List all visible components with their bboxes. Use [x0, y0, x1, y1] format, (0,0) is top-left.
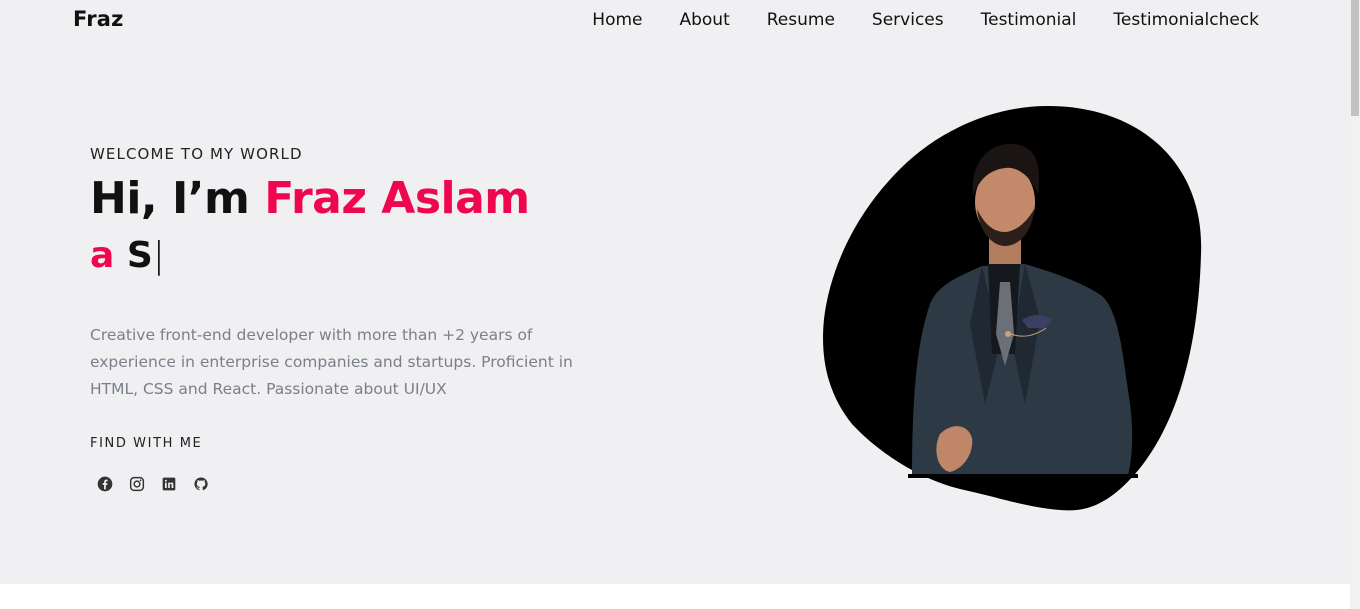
portfolio-page: Fraz Home About Resume Services Testimon… — [0, 0, 1350, 609]
nav-link-testimonial[interactable]: Testimonial — [981, 10, 1077, 30]
instagram-icon[interactable] — [128, 475, 146, 493]
find-with-me-label: FIND WITH ME — [90, 436, 203, 451]
top-navbar: Fraz Home About Resume Services Testimon… — [0, 0, 1350, 42]
profile-photo-blob — [820, 104, 1205, 514]
nav-link-services[interactable]: Services — [872, 10, 944, 30]
github-icon[interactable] — [192, 475, 210, 493]
hero-headline: Hi, I’m Fraz Aslam — [90, 173, 590, 225]
next-section-edge — [0, 584, 1350, 609]
typing-cursor: | — [152, 235, 165, 276]
typed-text: S — [126, 235, 153, 276]
typed-role: a S| — [90, 235, 590, 277]
social-links — [96, 475, 590, 493]
nav-link-about[interactable]: About — [679, 10, 729, 30]
hero-bio: Creative front-end developer with more t… — [90, 326, 573, 398]
nav-links: Home About Resume Services Testimonial T… — [592, 10, 1259, 30]
nav-link-testimonialcheck[interactable]: Testimonialcheck — [1113, 10, 1259, 30]
typed-prefix: a — [90, 235, 127, 276]
hero-name: Fraz Aslam — [264, 173, 530, 224]
scrollbar-thumb[interactable] — [1351, 0, 1359, 116]
linkedin-icon[interactable] — [160, 475, 178, 493]
hero-intro: WELCOME TO MY WORLD Hi, I’m Fraz Aslam a… — [90, 145, 590, 493]
brand-logo[interactable]: Fraz — [73, 7, 124, 31]
nav-link-resume[interactable]: Resume — [767, 10, 835, 30]
hero-eyebrow: WELCOME TO MY WORLD — [90, 145, 303, 163]
vertical-scrollbar[interactable] — [1350, 0, 1360, 609]
facebook-icon[interactable] — [96, 475, 114, 493]
portrait-image — [823, 106, 1202, 511]
nav-link-home[interactable]: Home — [592, 10, 642, 30]
hero-greeting: Hi, I’m — [90, 173, 265, 224]
